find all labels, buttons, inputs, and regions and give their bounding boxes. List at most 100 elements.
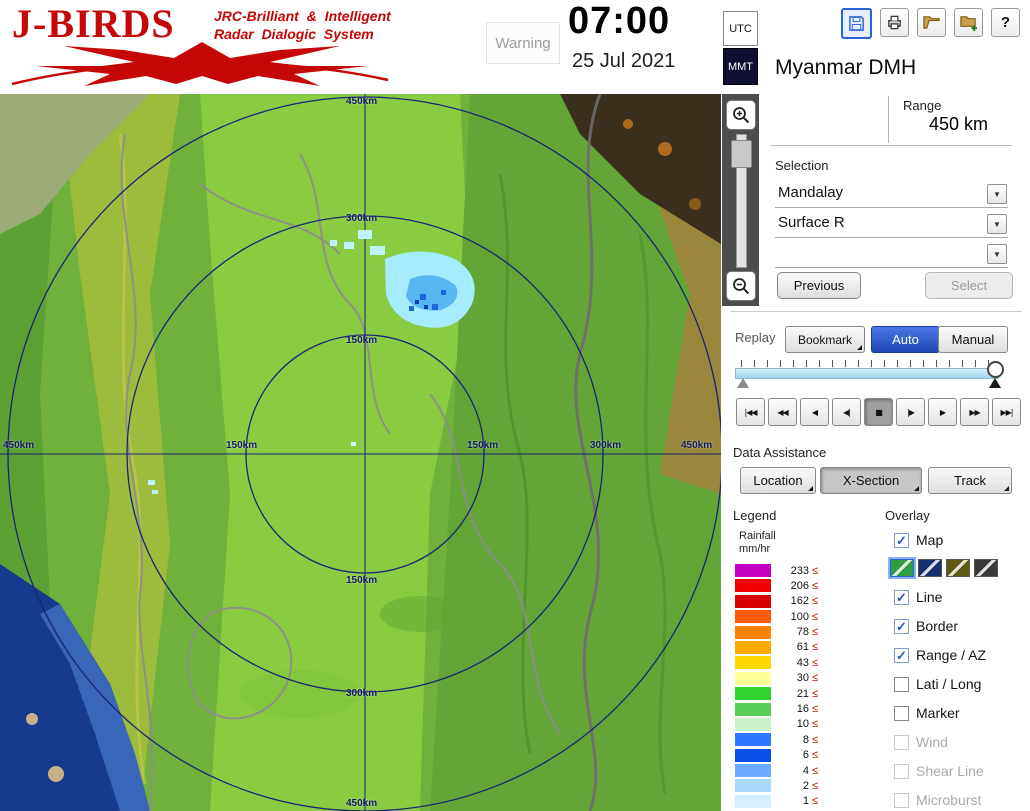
print-icon: [885, 13, 904, 32]
legend-operator: ≤: [812, 734, 818, 746]
map-style-olive-swatch[interactable]: [946, 559, 970, 577]
overlay-item-lati-long[interactable]: Lati / Long: [894, 676, 981, 692]
mmt-toggle-button[interactable]: MMT: [723, 48, 758, 85]
station-dropdown-value: Mandalay: [778, 184, 843, 201]
timeline-position-marker-icon[interactable]: [989, 378, 1001, 388]
clock-time: 07:00: [568, 0, 670, 43]
timeline-thumb[interactable]: [987, 361, 1004, 378]
zoom-in-button[interactable]: [726, 100, 756, 130]
range-label: 300km: [346, 688, 377, 699]
skip-last-button[interactable]: ▶▶|: [992, 398, 1021, 426]
legend-row: 30≤: [735, 672, 818, 685]
overlay-item-label: Border: [916, 618, 958, 634]
save-button[interactable]: [841, 8, 872, 39]
legend-value: 30: [775, 672, 809, 684]
legend-value: 100: [775, 611, 809, 623]
product-dropdown-value: Surface R: [778, 214, 845, 231]
chevron-down-icon[interactable]: ▼: [987, 214, 1007, 234]
overlay-item-border[interactable]: ✓ Border: [894, 618, 958, 634]
manual-mode-button[interactable]: Manual: [938, 326, 1008, 353]
legend-row: 10≤: [735, 718, 818, 731]
overlay-item-shear-line: Shear Line: [894, 763, 984, 779]
checkbox[interactable]: ✓: [894, 533, 909, 548]
legend-row: 61≤: [735, 641, 818, 654]
legend-operator: ≤: [812, 749, 818, 761]
legend-color-swatch: [735, 749, 771, 762]
open-folder-button[interactable]: [917, 8, 946, 37]
export-button[interactable]: [954, 8, 983, 37]
checkbox[interactable]: ✓: [894, 590, 909, 605]
step-back-button[interactable]: ◀|: [832, 398, 861, 426]
overlay-item-line[interactable]: ✓ Line: [894, 589, 942, 605]
map-style-navy-swatch[interactable]: [918, 559, 942, 577]
utc-toggle-button[interactable]: UTC: [723, 11, 758, 46]
station-title: Myanmar DMH: [775, 56, 916, 80]
legend-operator: ≤: [812, 765, 818, 777]
selection-label: Selection: [775, 158, 828, 173]
print-button[interactable]: [880, 8, 909, 37]
previous-button[interactable]: Previous: [777, 272, 861, 299]
legend-operator: ≤: [812, 672, 818, 684]
legend-row: 100≤: [735, 610, 818, 623]
checkbox[interactable]: [894, 706, 909, 721]
overlay-item-label: Marker: [916, 705, 960, 721]
radar-map-graphic: [0, 94, 721, 811]
location-button[interactable]: Location: [740, 467, 816, 494]
legend-operator: ≤: [812, 795, 818, 807]
eagle-logo-icon: [6, 36, 390, 92]
warning-indicator[interactable]: Warning: [486, 22, 560, 64]
legend-operator: ≤: [812, 718, 818, 730]
overlay-item-range-az[interactable]: ✓ Range / AZ: [894, 647, 986, 663]
corner-triangle-icon: [914, 486, 919, 491]
map-style-gray-swatch[interactable]: [974, 559, 998, 577]
xsection-button-label: X-Section: [843, 473, 899, 488]
zoom-slider-thumb[interactable]: [731, 140, 752, 168]
option-dropdown[interactable]: ▼: [775, 240, 1008, 268]
toolbar: ?: [841, 8, 1020, 39]
bookmark-button[interactable]: Bookmark: [785, 326, 865, 353]
radar-map[interactable]: 450km 300km 150km 150km 300km 450km 450k…: [0, 94, 721, 811]
timeline-start-marker-icon: [737, 378, 749, 388]
legend-row: 21≤: [735, 687, 818, 700]
xsection-button[interactable]: X-Section: [820, 467, 922, 494]
play-button[interactable]: ▶: [928, 398, 957, 426]
fast-forward-button[interactable]: ▶▶: [960, 398, 989, 426]
product-dropdown[interactable]: Surface R ▼: [775, 210, 1008, 238]
chevron-down-icon[interactable]: ▼: [987, 244, 1007, 264]
stop-button[interactable]: ■: [864, 398, 893, 426]
overlay-title: Overlay: [885, 508, 930, 523]
select-button[interactable]: Select: [925, 272, 1013, 299]
auto-mode-button[interactable]: Auto: [871, 326, 940, 353]
station-dropdown[interactable]: Mandalay ▼: [775, 180, 1008, 208]
legend-value: 6: [775, 749, 809, 761]
checkbox[interactable]: ✓: [894, 648, 909, 663]
legend-row: 4≤: [735, 764, 818, 777]
fast-rewind-button[interactable]: ◀◀: [768, 398, 797, 426]
range-box: Range 450 km: [770, 94, 1012, 146]
data-assistance-label: Data Assistance: [733, 445, 826, 460]
rainfall-legend: 233≤ 206≤ 162≤ 100≤ 78≤ 61≤ 43≤ 30≤ 21≤ …: [735, 564, 818, 808]
help-button[interactable]: ?: [991, 8, 1020, 37]
step-forward-button[interactable]: |▶: [896, 398, 925, 426]
overlay-item-marker[interactable]: Marker: [894, 705, 960, 721]
corner-triangle-icon: [857, 345, 862, 350]
map-style-green-swatch[interactable]: [890, 559, 914, 577]
timeline-track[interactable]: [735, 368, 999, 379]
chevron-down-icon[interactable]: ▼: [987, 184, 1007, 204]
zoom-strip: [722, 94, 759, 306]
checkbox: [894, 764, 909, 779]
range-label: 150km: [346, 335, 377, 346]
checkbox[interactable]: ✓: [894, 619, 909, 634]
track-button[interactable]: Track: [928, 467, 1012, 494]
overlay-item-map[interactable]: ✓ Map: [894, 532, 943, 548]
checkbox[interactable]: [894, 677, 909, 692]
legend-value: 4: [775, 765, 809, 777]
legend-color-swatch: [735, 687, 771, 700]
range-value: 450 km: [888, 114, 988, 135]
range-label-text: Range: [903, 98, 941, 113]
legend-color-swatch: [735, 718, 771, 731]
zoom-out-button[interactable]: [726, 271, 756, 301]
play-reverse-button[interactable]: ◀: [800, 398, 829, 426]
range-label: 150km: [226, 440, 257, 451]
skip-first-button[interactable]: |◀◀: [736, 398, 765, 426]
